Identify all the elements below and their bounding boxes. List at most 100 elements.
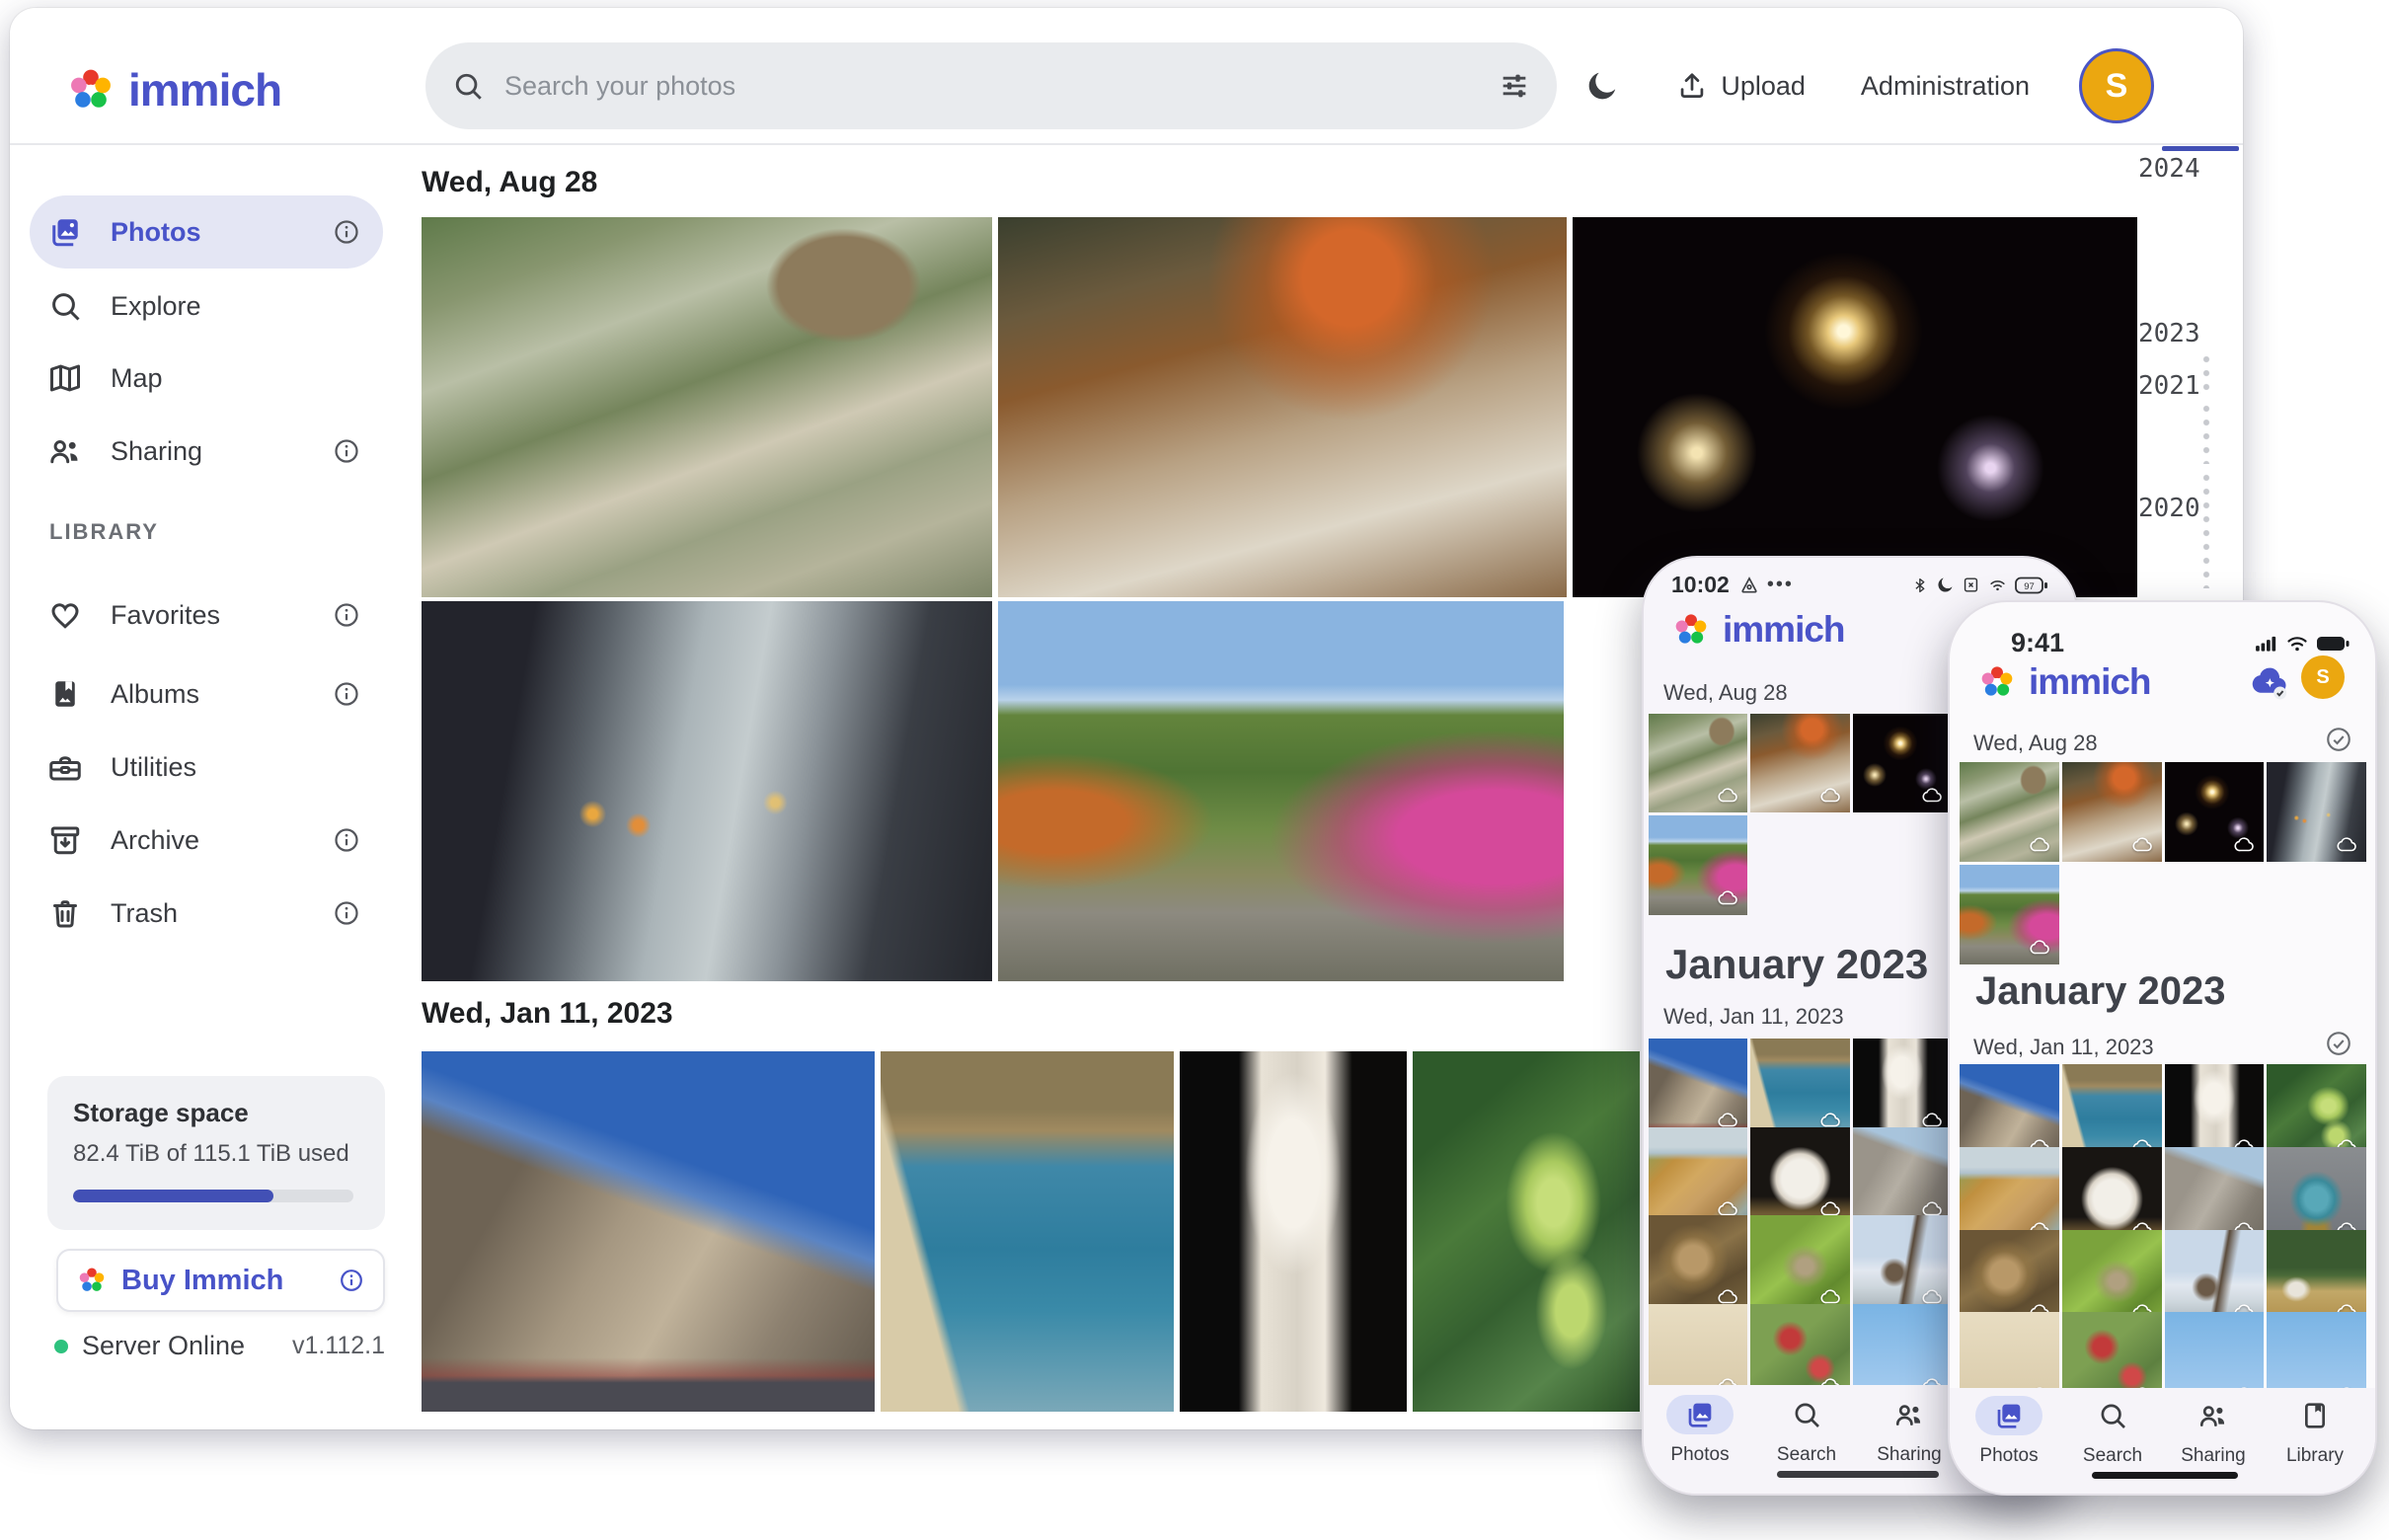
photo-sky[interactable] (2267, 1312, 2366, 1392)
photo-castle[interactable] (422, 1051, 875, 1412)
photo-castle[interactable] (1649, 1039, 1747, 1137)
sidebar-item-archive[interactable]: Archive (30, 804, 383, 877)
home-indicator (1777, 1471, 1939, 1478)
nav-item-search[interactable]: Search (2063, 1400, 2162, 1467)
photo-fireworks[interactable] (1573, 217, 2137, 597)
sidebar-item-explore[interactable]: Explore (30, 270, 383, 343)
cloud-backup-icon[interactable] (2250, 663, 2291, 703)
nav-item-library[interactable]: Library (2266, 1400, 2364, 1467)
timeline-year-2020[interactable]: 2020 (2138, 494, 2233, 523)
info-icon[interactable] (332, 898, 361, 928)
photo-autumn[interactable] (998, 601, 1564, 981)
photo-sky[interactable] (1853, 1304, 1952, 1390)
photo-fireworks[interactable] (2165, 762, 2265, 862)
info-icon[interactable] (332, 217, 361, 247)
photo-grid (1960, 762, 2366, 964)
photo-sky[interactable] (2165, 1312, 2265, 1392)
nav-item-sharing[interactable]: Sharing (2164, 1400, 2263, 1467)
search-input[interactable] (502, 70, 1498, 103)
photo-dinner[interactable] (2062, 762, 2162, 862)
search-bar[interactable] (425, 42, 1557, 129)
date-group-header: Wed, Aug 28 (1973, 731, 2098, 756)
photo-fireworks[interactable] (1853, 714, 1952, 812)
photo-flowers[interactable] (2062, 1312, 2162, 1392)
user-avatar[interactable]: S (2301, 655, 2345, 699)
nav-label: Search (1757, 1444, 1856, 1466)
photo-hands[interactable] (422, 601, 992, 981)
nav-item-sharing[interactable]: Sharing (1860, 1399, 1959, 1466)
sidebar-item-favorites[interactable]: Favorites (30, 578, 383, 652)
photo-flowers[interactable] (1750, 1304, 1849, 1390)
archive-icon (47, 822, 83, 858)
photo-bust_dark[interactable] (1180, 1051, 1407, 1412)
upload-button[interactable]: Upload (1669, 68, 1811, 104)
info-icon[interactable] (338, 1267, 365, 1294)
photo-cream[interactable] (1649, 1304, 1747, 1390)
buy-immich-button[interactable]: Buy Immich (56, 1249, 385, 1312)
photo-dinner[interactable] (998, 217, 1567, 597)
sidebar-item-albums[interactable]: Albums (30, 657, 383, 731)
sidebar-item-label: Trash (111, 898, 178, 929)
photo-zoo[interactable] (1960, 762, 2059, 862)
overflow-dots: ••• (1767, 574, 1794, 596)
nav-item-search[interactable]: Search (1757, 1399, 1856, 1466)
sidebar-item-map[interactable]: Map (30, 342, 383, 415)
photo-hands[interactable] (2267, 762, 2366, 862)
people-icon (2197, 1400, 2229, 1431)
sidebar-item-sharing[interactable]: Sharing (30, 415, 383, 488)
select-all-check-icon[interactable] (2324, 725, 2353, 754)
upload-label: Upload (1721, 71, 1806, 102)
phone-status-bar: 10:02 ••• 97 (1671, 572, 2048, 598)
photo-cliff[interactable] (1649, 1127, 1747, 1226)
battery-icon: 97 (2015, 576, 2048, 595)
select-all-check-icon[interactable] (2324, 1029, 2353, 1058)
photo-coast[interactable] (1750, 1039, 1849, 1137)
theme-toggle-button[interactable] (1579, 67, 1626, 105)
svg-text:97: 97 (2024, 581, 2035, 592)
photo-bust_white[interactable] (1750, 1127, 1849, 1226)
sidebar-item-trash[interactable]: Trash (30, 877, 383, 950)
photo-ruin[interactable] (1853, 1127, 1952, 1226)
photo-winter[interactable] (1853, 1215, 1952, 1314)
photo-coast[interactable] (881, 1051, 1174, 1412)
photo-bust_dark[interactable] (1853, 1039, 1952, 1137)
nav-item-photos[interactable]: Photos (1960, 1400, 2058, 1467)
user-avatar[interactable]: S (2079, 48, 2154, 123)
sidebar-item-label: Map (111, 363, 163, 394)
timeline-dots (2201, 353, 2211, 393)
administration-link[interactable]: Administration (1855, 70, 2036, 103)
cloud-icon (2233, 833, 2257, 857)
bottom-nav-bar: Photos Search Sharing Library (1950, 1388, 2375, 1494)
no-sim-icon (1962, 576, 1980, 594)
app-logo[interactable]: immich (65, 63, 281, 116)
app-logo: immich (1671, 609, 1845, 651)
timeline-scrubber-indicator[interactable] (2162, 146, 2239, 151)
photo-zoo[interactable] (1649, 714, 1747, 812)
info-icon[interactable] (332, 825, 361, 855)
timeline-year-2023[interactable]: 2023 (2138, 319, 2233, 348)
sidebar-item-label: Explore (111, 291, 201, 322)
photo-zoo[interactable] (422, 217, 992, 597)
server-status-label: Server Online (82, 1331, 245, 1361)
photo-dinner[interactable] (1750, 714, 1849, 812)
timeline-year-2021[interactable]: 2021 (2138, 371, 2233, 401)
nav-item-photos[interactable]: Photos (1651, 1399, 1749, 1466)
photo-lizard1[interactable] (1649, 1215, 1747, 1314)
filter-sliders-icon[interactable] (1498, 69, 1531, 103)
info-icon[interactable] (332, 436, 361, 466)
photo-cream[interactable] (1960, 1312, 2059, 1392)
info-icon[interactable] (332, 679, 361, 709)
sidebar-item-utilities[interactable]: Utilities (30, 731, 383, 804)
photo-autumn[interactable] (1649, 815, 1747, 914)
info-icon[interactable] (332, 600, 361, 630)
timeline-year-2024[interactable]: 2024 (2138, 154, 2233, 184)
cloud-icon (2131, 833, 2155, 857)
photo-autumn[interactable] (1960, 865, 2059, 964)
storage-progress-bar (73, 1190, 353, 1202)
photo-grid (1960, 1064, 2366, 1392)
photo-berries[interactable] (1413, 1051, 1640, 1412)
timeline-dots (2201, 403, 2211, 464)
immich-logo-icon (76, 1265, 108, 1296)
sidebar-item-photos[interactable]: Photos (30, 195, 383, 269)
photo-lizard2[interactable] (1750, 1215, 1849, 1314)
